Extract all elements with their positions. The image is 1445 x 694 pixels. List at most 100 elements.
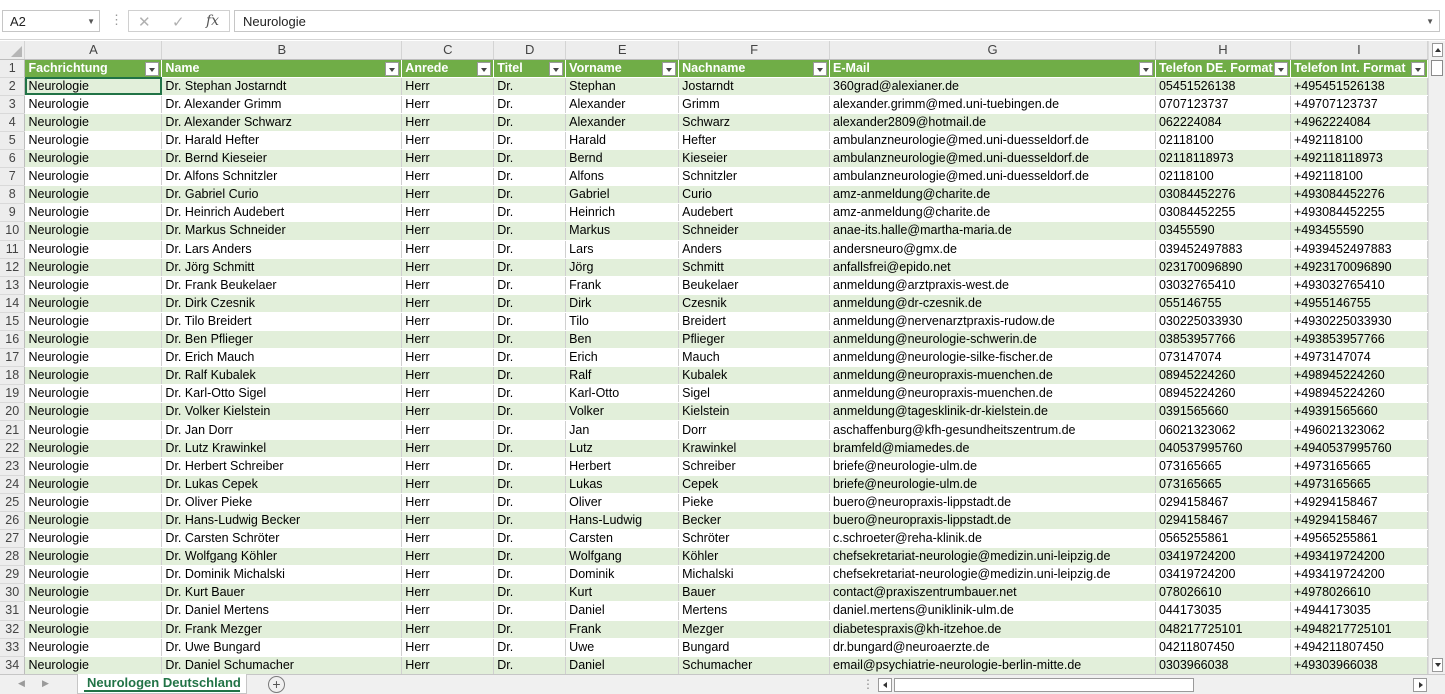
table-cell[interactable]: Michalski (678, 565, 831, 585)
table-cell[interactable]: Dr. Hans-Ludwig Becker (161, 511, 403, 531)
table-cell[interactable]: Dr. Uwe Bungard (161, 638, 403, 657)
table-cell[interactable]: Dr. (493, 366, 567, 386)
table-cell[interactable]: Dr. Markus Schneider (161, 221, 403, 241)
table-cell[interactable]: Herr (401, 511, 495, 531)
table-cell[interactable]: Mauch (678, 348, 831, 368)
fx-icon[interactable]: fx (206, 13, 219, 29)
vertical-dots-icon[interactable]: ⋮ (862, 677, 874, 691)
table-header-cell[interactable]: Telefon Int. Format (1290, 59, 1428, 78)
table-cell[interactable]: Neurologie (24, 529, 163, 549)
table-cell[interactable]: Dr. Alfons Schnitzler (161, 167, 403, 187)
table-cell[interactable]: Czesnik (678, 294, 831, 313)
table-cell[interactable]: 360grad@alexianer.de (829, 77, 1156, 96)
table-cell[interactable]: +495451526138 (1290, 77, 1428, 96)
table-cell[interactable]: Neurologie (24, 113, 163, 132)
table-cell[interactable]: Frank (565, 620, 680, 639)
table-header-cell[interactable]: Telefon DE. Format (1155, 59, 1291, 78)
scroll-thumb[interactable] (1431, 60, 1443, 76)
table-cell[interactable]: Bungard (678, 638, 831, 657)
table-cell[interactable]: Lukas (565, 475, 680, 494)
table-cell[interactable]: Dr. Alexander Schwarz (161, 113, 403, 132)
table-cell[interactable]: Becker (678, 511, 831, 531)
table-cell[interactable]: Dr. (493, 601, 567, 621)
table-cell[interactable]: +4955146755 (1290, 294, 1428, 313)
column-header[interactable]: A (24, 41, 163, 60)
table-cell[interactable]: Neurologie (24, 276, 163, 295)
close-icon[interactable]: ✕ (138, 13, 151, 31)
table-cell[interactable]: Herr (401, 276, 495, 295)
column-header[interactable]: C (401, 41, 495, 60)
scroll-right-icon[interactable] (1413, 678, 1427, 692)
table-cell[interactable]: Dr. (493, 511, 567, 531)
row-header[interactable]: 1 (0, 59, 26, 78)
column-header[interactable]: I (1290, 41, 1428, 60)
table-cell[interactable]: Dr. (493, 547, 567, 567)
table-cell[interactable]: Neurologie (24, 384, 163, 404)
table-cell[interactable]: +498945224260 (1290, 384, 1428, 404)
row-header[interactable]: 19 (0, 384, 26, 404)
table-cell[interactable]: Kurt (565, 583, 680, 603)
table-cell[interactable]: Neurologie (24, 294, 163, 313)
table-cell[interactable]: Karl-Otto (565, 384, 680, 404)
table-cell[interactable]: Dr. (493, 131, 567, 151)
table-cell[interactable]: Dr. Frank Mezger (161, 620, 403, 639)
filter-dropdown-icon[interactable] (1411, 61, 1425, 76)
row-header[interactable]: 31 (0, 601, 26, 621)
table-cell[interactable]: Schmitt (678, 258, 831, 277)
table-cell[interactable]: Dr. (493, 221, 567, 241)
table-cell[interactable]: anfallsfrei@epido.net (829, 258, 1156, 277)
column-header[interactable]: H (1155, 41, 1291, 60)
table-cell[interactable]: 03853957766 (1155, 330, 1291, 350)
table-cell[interactable]: Herr (401, 620, 495, 639)
table-cell[interactable]: Neurologie (24, 185, 163, 205)
table-cell[interactable]: Dr. Erich Mauch (161, 348, 403, 368)
table-cell[interactable]: +494211807450 (1290, 638, 1428, 657)
table-cell[interactable]: Neurologie (24, 366, 163, 386)
filter-dropdown-icon[interactable] (662, 61, 677, 76)
table-cell[interactable]: Pflieger (678, 330, 831, 350)
table-cell[interactable]: Neurologie (24, 638, 163, 657)
table-cell[interactable]: 0707123737 (1155, 95, 1291, 114)
table-cell[interactable]: +493853957766 (1290, 330, 1428, 350)
table-cell[interactable]: Neurologie (24, 330, 163, 350)
table-cell[interactable]: Dr. (493, 258, 567, 277)
table-cell[interactable]: Dr. Harald Hefter (161, 131, 403, 151)
table-cell[interactable]: +492118118973 (1290, 149, 1428, 169)
filter-dropdown-icon[interactable] (813, 61, 828, 76)
table-cell[interactable]: Dr. (493, 185, 567, 205)
table-cell[interactable]: Herr (401, 312, 495, 332)
table-cell[interactable]: Dr. (493, 402, 567, 422)
table-cell[interactable]: anae-its.halle@martha-maria.de (829, 221, 1156, 241)
table-cell[interactable]: +4940537995760 (1290, 439, 1428, 458)
table-cell[interactable]: amz-anmeldung@charite.de (829, 203, 1156, 223)
table-cell[interactable]: +4948217725101 (1290, 620, 1428, 639)
table-header-cell[interactable]: Anrede (401, 59, 495, 78)
table-cell[interactable]: +493084452276 (1290, 185, 1428, 205)
table-cell[interactable]: 08945224260 (1155, 366, 1291, 386)
table-cell[interactable]: Dr. (493, 475, 567, 494)
table-cell[interactable]: Jan (565, 420, 680, 440)
table-cell[interactable]: anmeldung@neuropraxis-muenchen.de (829, 366, 1156, 386)
table-cell[interactable]: Dr. (493, 620, 567, 639)
row-header[interactable]: 7 (0, 167, 26, 187)
filter-dropdown-icon[interactable] (385, 61, 400, 76)
table-cell[interactable]: Markus (565, 221, 680, 241)
table-cell[interactable]: 073147074 (1155, 348, 1291, 368)
table-cell[interactable]: 073165665 (1155, 457, 1291, 476)
table-cell[interactable]: Dr. (493, 77, 567, 96)
table-cell[interactable]: Dr. (493, 203, 567, 223)
table-cell[interactable]: +492118100 (1290, 131, 1428, 151)
table-cell[interactable]: Dr. (493, 493, 567, 512)
table-cell[interactable]: Neurologie (24, 420, 163, 440)
table-cell[interactable]: Beukelaer (678, 276, 831, 295)
formula-input[interactable]: Neurologie ▼ (234, 10, 1440, 32)
row-header[interactable]: 16 (0, 330, 26, 350)
row-header[interactable]: 15 (0, 312, 26, 332)
table-cell[interactable]: Neurologie (24, 167, 163, 187)
table-cell[interactable]: 0303966038 (1155, 656, 1291, 674)
table-cell[interactable]: +49391565660 (1290, 402, 1428, 422)
table-cell[interactable]: anmeldung@tagesklinik-dr-kielstein.de (829, 402, 1156, 422)
table-cell[interactable]: Heinrich (565, 203, 680, 223)
table-cell[interactable]: contact@praxiszentrumbauer.net (829, 583, 1156, 603)
table-cell[interactable]: daniel.mertens@uniklinik-ulm.de (829, 601, 1156, 621)
